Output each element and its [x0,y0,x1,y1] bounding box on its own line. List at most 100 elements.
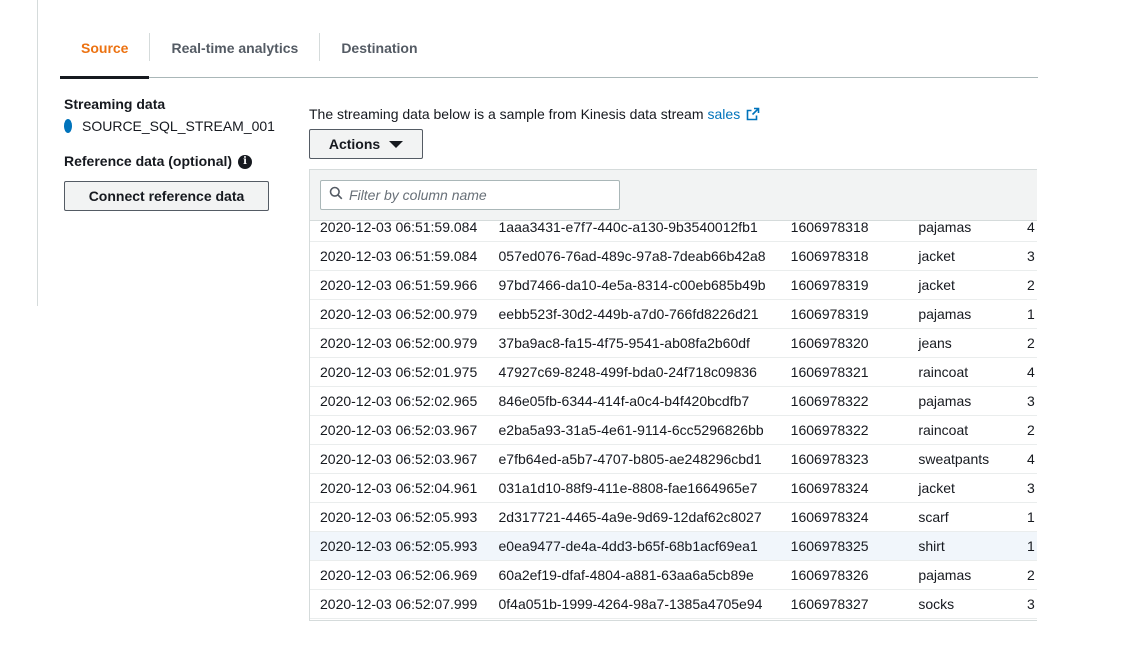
timestamp-cell: 2020-12-03 06:51:59.966 [320,277,478,293]
epoch-cell: 1606978327 [790,596,869,612]
sample-description: The streaming data below is a sample fro… [309,104,760,124]
quantity-cell: 3 [1027,596,1035,612]
uuid-cell: 97bd7466-da10-4e5a-8314-c00eb685b49b [498,277,766,293]
data-table: 2020-12-03 06:51:59.084 1aaa3431-e7f7-440… [309,169,1037,621]
timestamp-cell: 2020-12-03 06:52:00.979 [320,306,478,322]
uuid-cell: 37ba9ac8-fa15-4f75-9541-ab08fa2b60df [498,335,750,351]
epoch-cell: 1606978322 [790,422,869,438]
info-icon[interactable]: i [238,154,253,169]
table-row[interactable]: 2020-12-03 06:51:59.084 1aaa3431-e7f7-440… [310,213,1037,242]
product-cell: jacket [918,480,955,496]
uuid-cell: 0f4a051b-1999-4264-98a7-1385a4705e94 [498,596,763,612]
connect-reference-data-button[interactable]: Connect reference data [64,181,269,211]
product-cell: socks [918,596,955,612]
table-row[interactable]: 2020-12-03 06:52:02.965 846e05fb-6344-414… [310,387,1037,416]
quantity-cell: 4 [1027,364,1035,380]
timestamp-cell: 2020-12-03 06:52:02.965 [320,393,478,409]
table-row[interactable]: 2020-12-03 06:51:59.084 057ed076-76ad-489… [310,242,1037,271]
uuid-cell: 47927c69-8248-499f-bda0-24f718c09836 [498,364,757,380]
quantity-cell: 4 [1027,451,1035,467]
quantity-cell: 2 [1027,422,1035,438]
quantity-cell: 3 [1027,393,1035,409]
quantity-cell: 2 [1027,567,1035,583]
epoch-cell: 1606978318 [790,219,869,235]
uuid-cell: 2d317721-4465-4a9e-9d69-12daf62c8027 [498,509,762,525]
uuid-cell: 031a1d10-88f9-411e-8808-fae1664965e7 [498,480,758,496]
table-row[interactable]: 2020-12-03 06:52:01.975 47927c69-8248-499… [310,358,1037,387]
external-link-icon[interactable] [746,107,760,121]
quantity-cell: 2 [1027,335,1035,351]
timestamp-cell: 2020-12-03 06:52:07.999 [320,596,478,612]
table-row[interactable]: 2020-12-03 06:52:07.999 0f4a051b-1999-426… [310,590,1037,619]
table-body: 2020-12-03 06:51:59.084 1aaa3431-e7f7-440… [310,213,1037,619]
table-row[interactable]: 2020-12-03 06:52:06.969 60a2ef19-dfaf-480… [310,561,1037,590]
uuid-cell: 1aaa3431-e7f7-440c-a130-9b3540012fb1 [498,219,758,235]
actions-button[interactable]: Actions [309,129,423,159]
uuid-cell: e7fb64ed-a5b7-4707-b805-ae248296cbd1 [498,451,762,467]
timestamp-cell: 2020-12-03 06:52:04.961 [320,480,478,496]
timestamp-cell: 2020-12-03 06:52:06.969 [320,567,478,583]
table-row[interactable]: 2020-12-03 06:52:05.993 2d317721-4465-4a9… [310,503,1037,532]
table-row[interactable]: 2020-12-03 06:52:00.979 eebb523f-30d2-449… [310,300,1037,329]
tab-real-time-analytics[interactable]: Real-time analytics [150,18,319,77]
timestamp-cell: 2020-12-03 06:52:03.967 [320,422,478,438]
quantity-cell: 1 [1027,306,1035,322]
table-row[interactable]: 2020-12-03 06:52:00.979 37ba9ac8-fa15-4f7… [310,329,1037,358]
radio-selected-icon[interactable] [64,118,72,133]
epoch-cell: 1606978322 [790,393,869,409]
actions-label: Actions [328,136,381,152]
product-cell: pajamas [918,567,972,583]
timestamp-cell: 2020-12-03 06:51:59.084 [320,248,478,264]
epoch-cell: 1606978320 [790,335,869,351]
epoch-cell: 1606978323 [790,451,869,467]
product-cell: raincoat [918,422,969,438]
timestamp-cell: 2020-12-03 06:52:00.979 [320,335,478,351]
product-cell: pajamas [918,393,972,409]
stream-link[interactable]: sales [708,104,741,124]
uuid-cell: e2ba5a93-31a5-4e61-9114-6cc5296826bb [498,422,764,438]
product-cell: jacket [918,248,955,264]
reference-data-heading: Reference data (optional) [64,153,233,169]
uuid-cell: 057ed076-76ad-489c-97a8-7deab66b42a8 [498,248,766,264]
timestamp-cell: 2020-12-03 06:52:05.993 [320,509,478,525]
caret-down-icon [389,140,404,148]
stream-radio-option[interactable]: SOURCE_SQL_STREAM_001 [64,117,275,134]
table-row[interactable]: 2020-12-03 06:52:03.967 e2ba5a93-31a5-4e6… [310,416,1037,445]
product-cell: raincoat [918,364,969,380]
quantity-cell: 3 [1027,248,1035,264]
product-cell: sweatpants [918,451,990,467]
product-cell: scarf [918,509,949,525]
timestamp-cell: 2020-12-03 06:52:03.967 [320,451,478,467]
tab-destination[interactable]: Destination [320,18,438,77]
main-panel: The streaming data below is a sample fro… [309,104,760,159]
table-row[interactable]: 2020-12-03 06:52:03.967 e7fb64ed-a5b7-470… [310,445,1037,474]
product-cell: pajamas [918,219,972,235]
streaming-data-heading: Streaming data [64,96,166,112]
tab-source[interactable]: Source [60,18,150,79]
filter-field[interactable] [320,180,620,210]
quantity-cell: 2 [1027,277,1035,293]
table-row[interactable]: 2020-12-03 06:51:59.966 97bd7466-da10-4e5… [310,271,1037,300]
search-icon [329,186,343,205]
sidebar: Streaming data SOURCE_SQL_STREAM_001 Ref… [64,96,275,211]
left-border [37,0,38,306]
timestamp-cell: 2020-12-03 06:51:59.084 [320,219,478,235]
quantity-cell: 3 [1027,480,1035,496]
epoch-cell: 1606978319 [790,306,869,322]
product-cell: shirt [918,538,945,554]
sample-text: The streaming data below is a sample fro… [309,106,704,122]
stream-name-label: SOURCE_SQL_STREAM_001 [82,117,275,134]
timestamp-cell: 2020-12-03 06:52:01.975 [320,364,478,380]
table-row[interactable]: 2020-12-03 06:52:05.993 e0ea9477-de4a-4dd… [310,532,1037,561]
quantity-cell: 4 [1027,219,1035,235]
quantity-cell: 1 [1027,509,1035,525]
epoch-cell: 1606978318 [790,248,869,264]
epoch-cell: 1606978319 [790,277,869,293]
filter-input[interactable] [349,187,609,203]
tab-bar: Source Real-time analytics Destination [60,18,1038,79]
table-row[interactable]: 2020-12-03 06:52:04.961 031a1d10-88f9-411… [310,474,1037,503]
epoch-cell: 1606978324 [790,509,869,525]
epoch-cell: 1606978324 [790,480,869,496]
product-cell: pajamas [918,306,972,322]
epoch-cell: 1606978326 [790,567,869,583]
